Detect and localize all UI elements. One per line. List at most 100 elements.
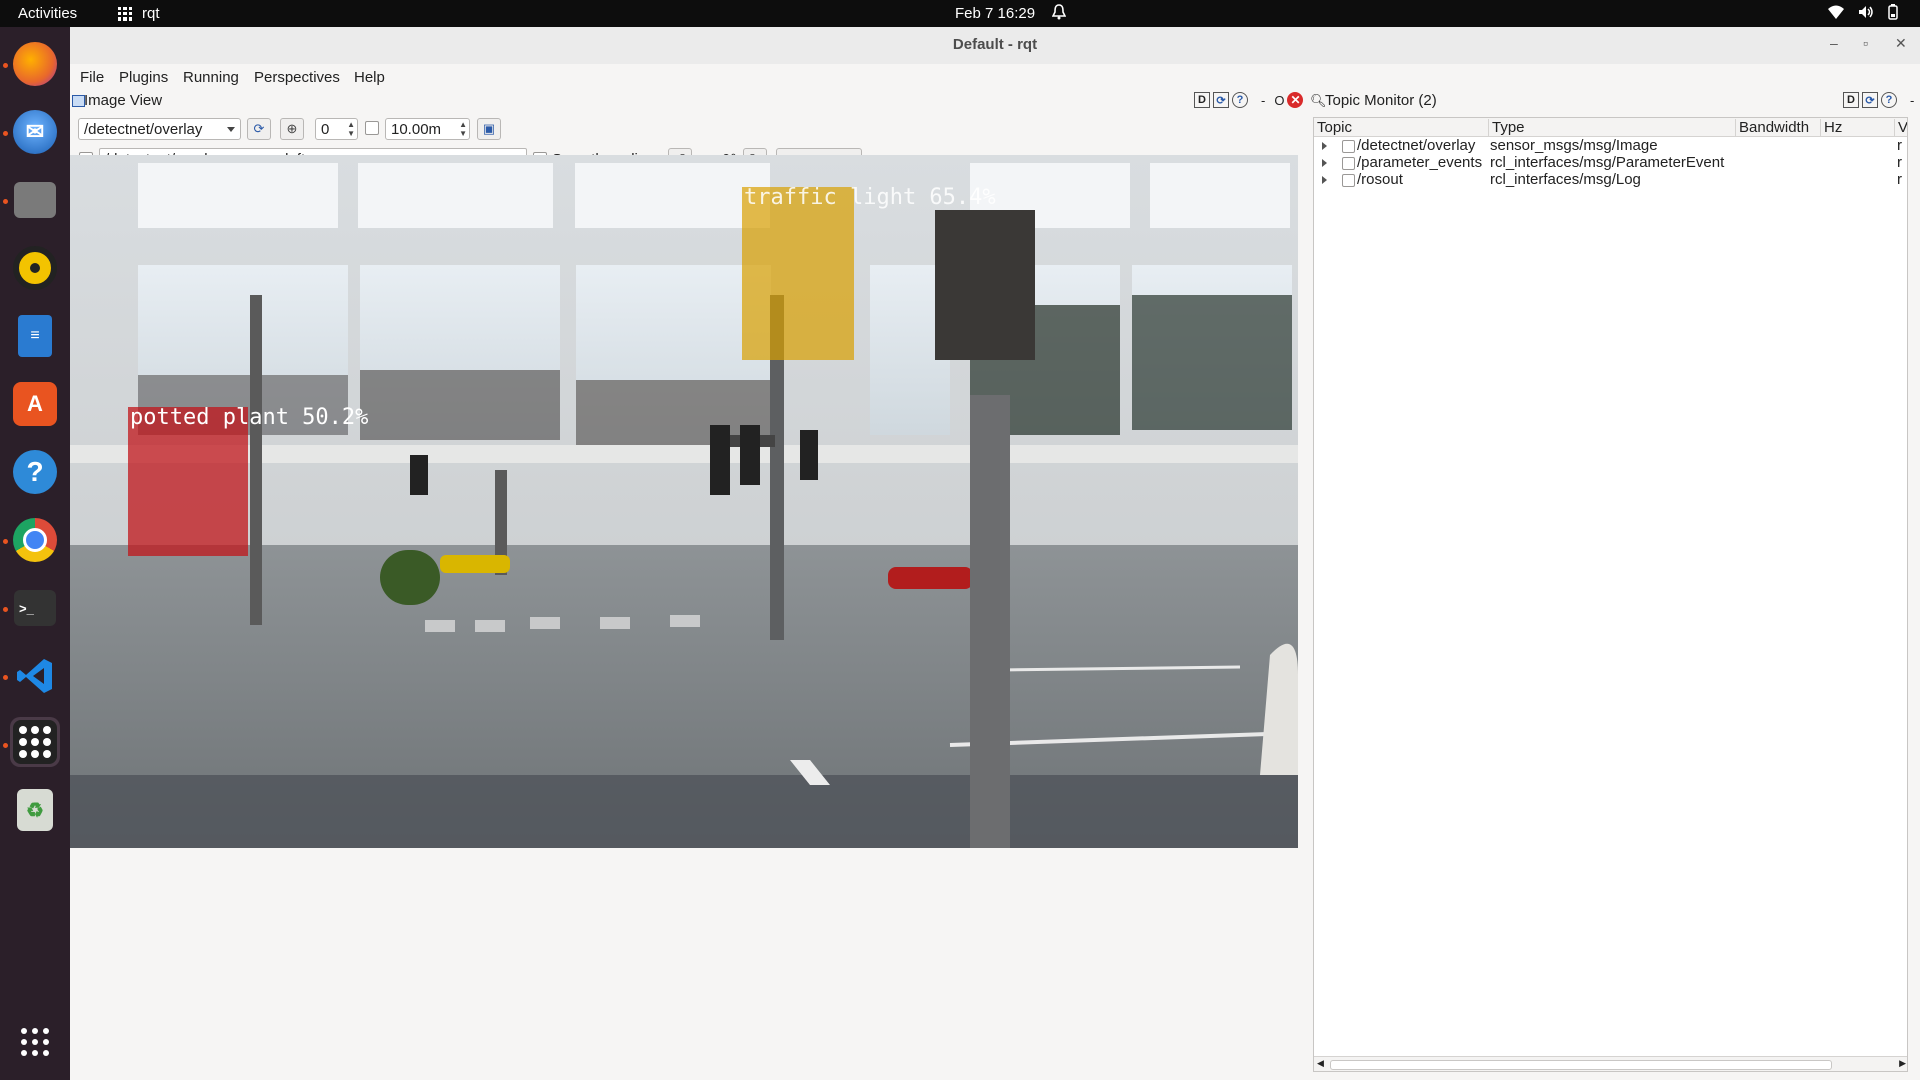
column-header-topic[interactable]: Topic [1314,119,1352,136]
libreoffice-writer-icon: ≡ [18,315,52,357]
column-header-value[interactable]: V [1894,119,1907,136]
refresh-icon: ⟳ [253,121,265,136]
topic-type: sensor_msgs/msg/Image [1490,137,1658,154]
topic-combobox[interactable]: /detectnet/overlay [78,118,241,140]
rhythmbox-launcher[interactable] [10,243,60,293]
detection-box-traffic-light [742,187,854,360]
table-header: Topic Type Bandwidth Hz V [1314,118,1907,137]
image-display[interactable]: potted plant 50.2% traffic light 65.4% [70,155,1298,848]
app-center-icon: A [13,382,57,426]
topic-monitor-panel-controls: D ⟳ ? - O ✕ [1843,92,1920,108]
running-indicator [3,607,8,612]
save-image-button[interactable]: ▣ [477,118,501,140]
running-indicator [3,131,8,136]
app-name: rqt [142,5,160,22]
expand-arrow-icon[interactable] [1322,176,1327,184]
expand-arrow-icon[interactable] [1322,159,1327,167]
column-header-bandwidth[interactable]: Bandwidth [1735,119,1809,136]
scroll-left-icon[interactable]: ◀ [1317,1058,1324,1069]
files-launcher[interactable] [10,175,60,225]
topic-checkbox[interactable] [1342,174,1355,187]
rqt-launcher[interactable] [10,717,60,767]
show-applications-button[interactable] [10,1017,60,1067]
terminal-icon: >_ [14,590,56,626]
expand-arrow-icon[interactable] [1322,142,1327,150]
image-view-header: Image View D ⟳ ? - O ✕ [70,90,1308,112]
running-indicator [3,539,8,544]
zoom-spinbox-value: 0 [321,121,330,138]
menu-file[interactable]: File [80,69,104,86]
menu-help[interactable]: Help [354,69,385,86]
scrollbar-thumb[interactable] [1330,1060,1832,1070]
max-depth-spinbox[interactable]: 10.00m ▲ ▼ [385,118,470,140]
app-center-launcher[interactable]: A [10,379,60,429]
chrome-icon [13,518,57,562]
firefox-launcher[interactable] [10,39,60,89]
menu-running[interactable]: Running [183,69,239,86]
zoom-spinbox[interactable]: 0 ▲ ▼ [315,118,358,140]
minimize-button[interactable]: – [1830,35,1838,51]
reload-icon[interactable]: ⟳ [1213,92,1229,108]
wifi-icon [1828,5,1844,19]
menu-plugins[interactable]: Plugins [119,69,168,86]
topic-monitor-title: Topic Monitor (2) [1325,92,1437,109]
vscode-icon [13,654,57,698]
dock-toggle-button[interactable]: D [1843,92,1859,108]
scroll-right-icon[interactable]: ▶ [1899,1058,1906,1069]
writer-launcher[interactable]: ≡ [10,311,60,361]
title-bar[interactable]: Default - rqt – ▫ ✕ [70,27,1920,65]
system-tray[interactable] [1828,4,1898,20]
topic-table[interactable]: Topic Type Bandwidth Hz V /detectnet/ove… [1313,117,1908,1072]
rqt-icon [13,720,57,764]
help-icon[interactable]: ? [1881,92,1897,108]
dock-toggle-button[interactable]: D [1194,92,1210,108]
topic-name: /rosout [1357,171,1403,188]
running-indicator [3,743,8,748]
column-header-type[interactable]: Type [1488,119,1525,136]
float-panel-button[interactable]: O [1274,93,1284,108]
chrome-launcher[interactable] [10,515,60,565]
minimize-panel-button[interactable]: - [1261,93,1265,108]
terminal-launcher[interactable]: >_ [10,583,60,633]
detection-label-traffic-light: traffic light 65.4% [744,185,996,210]
close-panel-icon[interactable]: ✕ [1287,92,1304,108]
topic-monitor-header: 🔍︎ Topic Monitor (2) D ⟳ ? - O ✕ [1308,90,1920,112]
minimize-panel-button[interactable]: - [1910,93,1914,108]
maximize-button[interactable]: ▫ [1863,35,1868,51]
table-row[interactable]: /parameter_events rcl_interfaces/msg/Par… [1314,154,1907,171]
rhythmbox-icon [13,246,57,290]
vscode-launcher[interactable] [10,651,60,701]
clock[interactable]: Feb 7 16:29 [955,5,1035,22]
topic-combobox-value: /detectnet/overlay [84,121,203,138]
help-icon[interactable]: ? [1232,92,1248,108]
topic-checkbox[interactable] [1342,157,1355,170]
battery-icon [1888,4,1898,20]
topic-name: /parameter_events [1357,154,1483,171]
activities-button[interactable]: Activities [18,5,77,22]
table-row[interactable]: /detectnet/overlay sensor_msgs/msg/Image… [1314,137,1907,154]
depth-checkbox[interactable] [365,121,379,135]
topic-value: r [1897,154,1902,171]
notification-bell-icon[interactable] [1051,4,1067,24]
running-indicator [3,675,8,680]
help-launcher[interactable]: ? [10,447,60,497]
rqt-window: Default - rqt – ▫ ✕ File Plugins Running… [70,27,1920,1080]
reload-icon[interactable]: ⟳ [1862,92,1878,108]
menu-perspectives[interactable]: Perspectives [254,69,340,86]
image-view-title: Image View [84,92,163,109]
column-header-hz[interactable]: Hz [1820,119,1842,136]
files-icon [14,182,56,218]
topic-value: r [1897,171,1902,188]
save-icon: ▣ [482,121,496,136]
refresh-topics-button[interactable]: ⟳ [247,118,271,140]
trash-launcher[interactable]: ♻ [10,785,60,835]
spin-arrows-icon: ▲ ▼ [459,120,467,138]
app-menu[interactable]: rqt [118,5,160,22]
topic-name: /detectnet/overlay [1357,137,1476,154]
table-row[interactable]: /rosout rcl_interfaces/msg/Log r [1314,171,1907,188]
close-button[interactable]: ✕ [1895,35,1907,52]
thunderbird-launcher[interactable]: ✉ [10,107,60,157]
topic-checkbox[interactable] [1342,140,1355,153]
zoom-button[interactable]: ⊕ [280,118,304,140]
horizontal-scrollbar[interactable]: ◀ ▶ [1314,1056,1907,1071]
